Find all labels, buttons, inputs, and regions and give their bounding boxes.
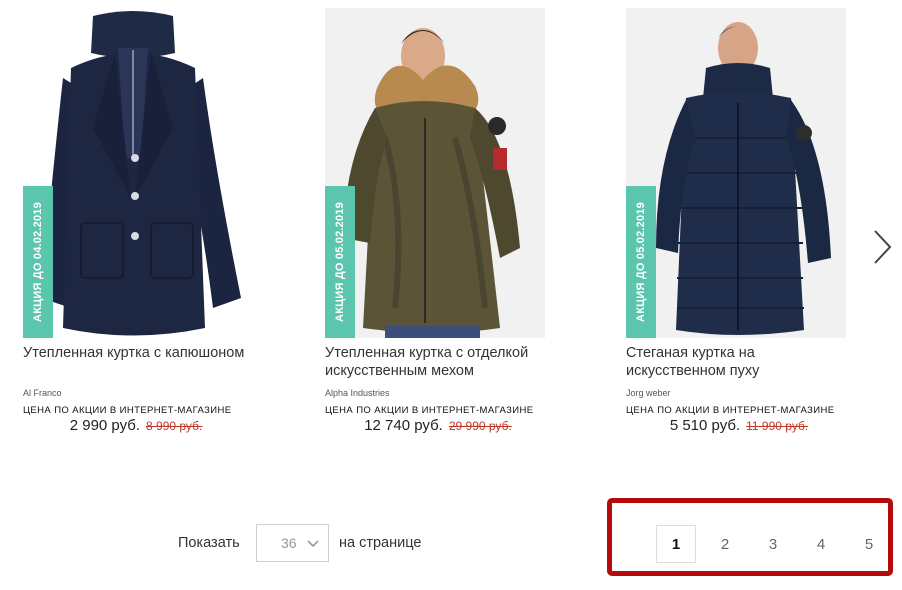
product-title[interactable]: Утепленная куртка с капюшоном <box>23 344 249 382</box>
page-link-1[interactable]: 1 <box>656 525 696 563</box>
product-card[interactable]: АКЦИЯ ДО 05.02.2019 Стеганая куртка на и… <box>626 8 852 434</box>
current-price: 12 740 руб. <box>364 417 443 434</box>
current-price: 5 510 руб. <box>669 417 741 434</box>
promo-badge-text: АКЦИЯ ДО 05.02.2019 <box>334 202 346 322</box>
current-price: 2 990 руб. <box>69 417 141 434</box>
product-brand: Jorg weber <box>626 388 671 398</box>
product-card[interactable]: АКЦИЯ ДО 04.02.2019 Утепленная куртка с … <box>23 8 249 434</box>
product-image[interactable]: АКЦИЯ ДО 04.02.2019 <box>23 8 243 338</box>
price-row: 2 990 руб. 8 990 руб. <box>23 417 249 434</box>
promo-badge-text: АКЦИЯ ДО 04.02.2019 <box>32 202 44 322</box>
promo-badge: АКЦИЯ ДО 05.02.2019 <box>325 186 355 338</box>
per-page-prefix: Показать <box>178 535 240 551</box>
product-title[interactable]: Утепленная куртка с отделкой искусственн… <box>325 344 551 382</box>
per-page-value: 36 <box>281 535 297 551</box>
product-brand: Alpha Industries <box>325 388 390 398</box>
old-price: 29 990 руб. <box>448 419 512 433</box>
chevron-down-icon <box>306 537 320 553</box>
chevron-right-icon[interactable] <box>868 226 896 268</box>
product-brand: Al Franco <box>23 388 62 398</box>
page-link-5[interactable]: 5 <box>849 525 889 563</box>
per-page-select[interactable]: 36 <box>256 524 329 562</box>
promo-badge: АКЦИЯ ДО 05.02.2019 <box>626 186 656 338</box>
price-row: 5 510 руб. 11 990 руб. <box>626 417 852 434</box>
promo-badge: АКЦИЯ ДО 04.02.2019 <box>23 186 53 338</box>
old-price: 8 990 руб. <box>146 419 203 433</box>
product-title[interactable]: Стеганая куртка на искусственном пуху <box>626 344 852 382</box>
promo-price-label: ЦЕНА ПО АКЦИИ В ИНТЕРНЕТ-МАГАЗИНЕ <box>23 405 232 416</box>
per-page-suffix: на странице <box>339 535 422 551</box>
page-link-3[interactable]: 3 <box>753 525 793 563</box>
product-image[interactable]: АКЦИЯ ДО 05.02.2019 <box>626 8 846 338</box>
promo-price-label: ЦЕНА ПО АКЦИИ В ИНТЕРНЕТ-МАГАЗИНЕ <box>325 405 534 416</box>
product-image[interactable]: АКЦИЯ ДО 05.02.2019 <box>325 8 545 338</box>
product-card[interactable]: АКЦИЯ ДО 05.02.2019 Утепленная куртка с … <box>325 8 551 434</box>
page-link-4[interactable]: 4 <box>801 525 841 563</box>
promo-price-label: ЦЕНА ПО АКЦИИ В ИНТЕРНЕТ-МАГАЗИНЕ <box>626 405 835 416</box>
old-price: 11 990 руб. <box>746 419 809 433</box>
page-link-2[interactable]: 2 <box>705 525 745 563</box>
price-row: 12 740 руб. 29 990 руб. <box>325 417 551 434</box>
promo-badge-text: АКЦИЯ ДО 05.02.2019 <box>635 202 647 322</box>
